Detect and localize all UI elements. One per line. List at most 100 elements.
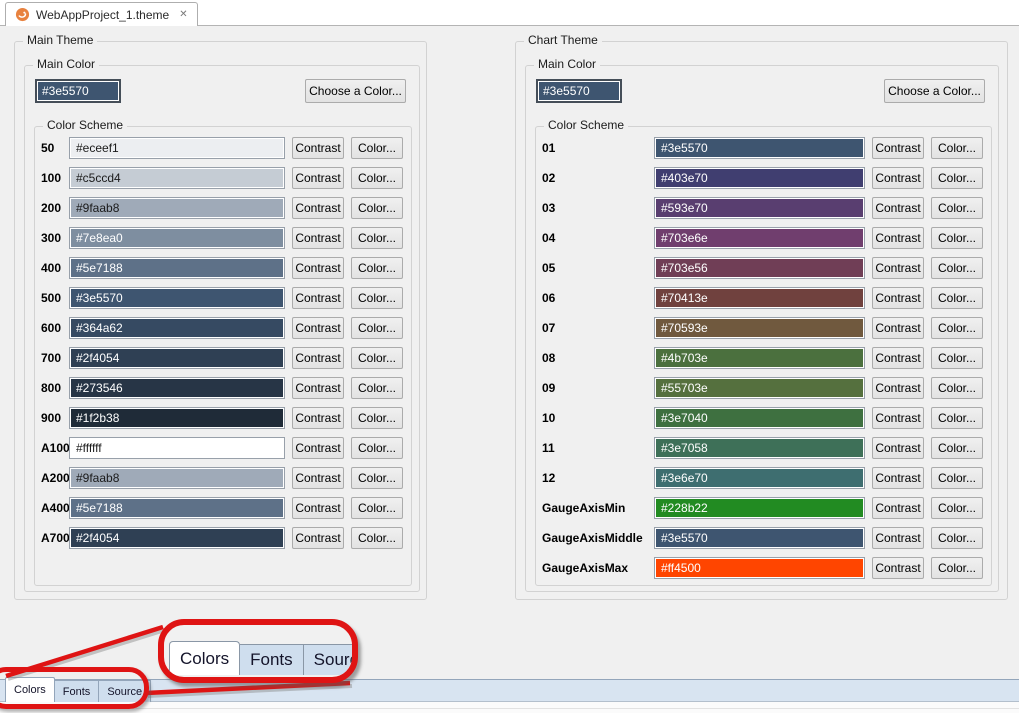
- scheme-key-label: GaugeAxisMax: [542, 561, 654, 575]
- color-button[interactable]: Color...: [351, 347, 403, 369]
- color-value-field[interactable]: #593e70: [654, 197, 865, 219]
- contrast-button[interactable]: Contrast: [292, 167, 344, 189]
- contrast-button[interactable]: Contrast: [872, 227, 924, 249]
- color-value-field[interactable]: #ff4500: [654, 557, 865, 579]
- color-button[interactable]: Color...: [351, 377, 403, 399]
- editor-tab[interactable]: WebAppProject_1.theme ✕: [5, 2, 198, 26]
- color-button[interactable]: Color...: [931, 377, 983, 399]
- contrast-button[interactable]: Contrast: [872, 407, 924, 429]
- color-button[interactable]: Color...: [931, 167, 983, 189]
- color-button[interactable]: Color...: [351, 527, 403, 549]
- color-value-field[interactable]: #55703e: [654, 377, 865, 399]
- contrast-button[interactable]: Contrast: [872, 347, 924, 369]
- contrast-button[interactable]: Contrast: [872, 557, 924, 579]
- color-value-field[interactable]: #3e7040: [654, 407, 865, 429]
- color-value-field[interactable]: #c5ccd4: [69, 167, 285, 189]
- color-value-field[interactable]: #3e5570: [654, 137, 865, 159]
- contrast-button[interactable]: Contrast: [292, 497, 344, 519]
- choose-a-color-button[interactable]: Choose a Color...: [305, 79, 406, 103]
- color-value-field[interactable]: #eceef1: [69, 137, 285, 159]
- color-value-field[interactable]: #403e70: [654, 167, 865, 189]
- color-button[interactable]: Color...: [931, 317, 983, 339]
- color-value-field[interactable]: #3e5570: [69, 287, 285, 309]
- color-button[interactable]: Color...: [931, 227, 983, 249]
- contrast-button[interactable]: Contrast: [292, 227, 344, 249]
- chart-color-scheme-rows: 01#3e5570ContrastColor...02#403e70Contra…: [536, 127, 991, 585]
- color-value-field[interactable]: #9faab8: [69, 197, 285, 219]
- contrast-button[interactable]: Contrast: [872, 197, 924, 219]
- contrast-button[interactable]: Contrast: [292, 437, 344, 459]
- color-value-field[interactable]: #1f2b38: [69, 407, 285, 429]
- contrast-button[interactable]: Contrast: [292, 527, 344, 549]
- contrast-button[interactable]: Contrast: [292, 257, 344, 279]
- color-value-field[interactable]: #5e7188: [69, 497, 285, 519]
- contrast-button[interactable]: Contrast: [292, 467, 344, 489]
- color-value-field[interactable]: #7e8ea0: [69, 227, 285, 249]
- color-button[interactable]: Color...: [351, 257, 403, 279]
- contrast-button[interactable]: Contrast: [292, 317, 344, 339]
- contrast-button[interactable]: Contrast: [292, 137, 344, 159]
- color-value-field[interactable]: #9faab8: [69, 467, 285, 489]
- color-value-field[interactable]: #2f4054: [69, 527, 285, 549]
- color-value-field[interactable]: #3e5570: [654, 527, 865, 549]
- color-button[interactable]: Color...: [931, 257, 983, 279]
- color-button[interactable]: Color...: [931, 467, 983, 489]
- color-button[interactable]: Color...: [931, 137, 983, 159]
- tab-fonts[interactable]: Fonts: [55, 680, 100, 702]
- color-value-field[interactable]: #273546: [69, 377, 285, 399]
- color-button[interactable]: Color...: [931, 347, 983, 369]
- contrast-button[interactable]: Contrast: [292, 287, 344, 309]
- color-scheme-row: A200#9faab8ContrastColor...: [41, 467, 403, 489]
- contrast-button[interactable]: Contrast: [872, 467, 924, 489]
- color-value-field[interactable]: #ffffff: [69, 437, 285, 459]
- color-value-field[interactable]: #70413e: [654, 287, 865, 309]
- color-button[interactable]: Color...: [931, 497, 983, 519]
- contrast-button[interactable]: Contrast: [872, 167, 924, 189]
- color-button[interactable]: Color...: [931, 287, 983, 309]
- color-button[interactable]: Color...: [351, 437, 403, 459]
- color-value-field[interactable]: #5e7188: [69, 257, 285, 279]
- color-button[interactable]: Color...: [351, 137, 403, 159]
- tab-colors[interactable]: Colors: [5, 677, 55, 702]
- main-color-value-field[interactable]: #3e5570: [35, 79, 121, 103]
- color-value-field[interactable]: #3e6e70: [654, 467, 865, 489]
- contrast-button[interactable]: Contrast: [872, 527, 924, 549]
- contrast-button[interactable]: Contrast: [872, 377, 924, 399]
- color-value-field[interactable]: #364a62: [69, 317, 285, 339]
- color-value-field[interactable]: #70593e: [654, 317, 865, 339]
- color-value-field[interactable]: #228b22: [654, 497, 865, 519]
- color-button[interactable]: Color...: [351, 467, 403, 489]
- contrast-button[interactable]: Contrast: [292, 377, 344, 399]
- color-value-field[interactable]: #4b703e: [654, 347, 865, 369]
- main-color-value-field[interactable]: #3e5570: [536, 79, 622, 103]
- color-button[interactable]: Color...: [351, 167, 403, 189]
- color-button[interactable]: Color...: [931, 557, 983, 579]
- color-button[interactable]: Color...: [351, 497, 403, 519]
- contrast-button[interactable]: Contrast: [292, 347, 344, 369]
- close-icon[interactable]: ✕: [179, 9, 187, 20]
- contrast-button[interactable]: Contrast: [872, 497, 924, 519]
- editor-tab-bar: WebAppProject_1.theme ✕: [0, 0, 1019, 26]
- contrast-button[interactable]: Contrast: [872, 437, 924, 459]
- contrast-button[interactable]: Contrast: [292, 197, 344, 219]
- color-button[interactable]: Color...: [351, 407, 403, 429]
- color-button[interactable]: Color...: [351, 197, 403, 219]
- color-button[interactable]: Color...: [351, 287, 403, 309]
- color-value-field[interactable]: #3e7058: [654, 437, 865, 459]
- contrast-button[interactable]: Contrast: [292, 407, 344, 429]
- color-value-field[interactable]: #703e6e: [654, 227, 865, 249]
- contrast-button[interactable]: Contrast: [872, 287, 924, 309]
- color-button[interactable]: Color...: [351, 317, 403, 339]
- choose-a-color-button[interactable]: Choose a Color...: [884, 79, 985, 103]
- contrast-button[interactable]: Contrast: [872, 137, 924, 159]
- tab-source[interactable]: Source: [99, 680, 151, 702]
- color-button[interactable]: Color...: [931, 197, 983, 219]
- color-button[interactable]: Color...: [351, 227, 403, 249]
- color-button[interactable]: Color...: [931, 437, 983, 459]
- color-value-field[interactable]: #703e56: [654, 257, 865, 279]
- contrast-button[interactable]: Contrast: [872, 257, 924, 279]
- color-button[interactable]: Color...: [931, 407, 983, 429]
- color-value-field[interactable]: #2f4054: [69, 347, 285, 369]
- color-button[interactable]: Color...: [931, 527, 983, 549]
- contrast-button[interactable]: Contrast: [872, 317, 924, 339]
